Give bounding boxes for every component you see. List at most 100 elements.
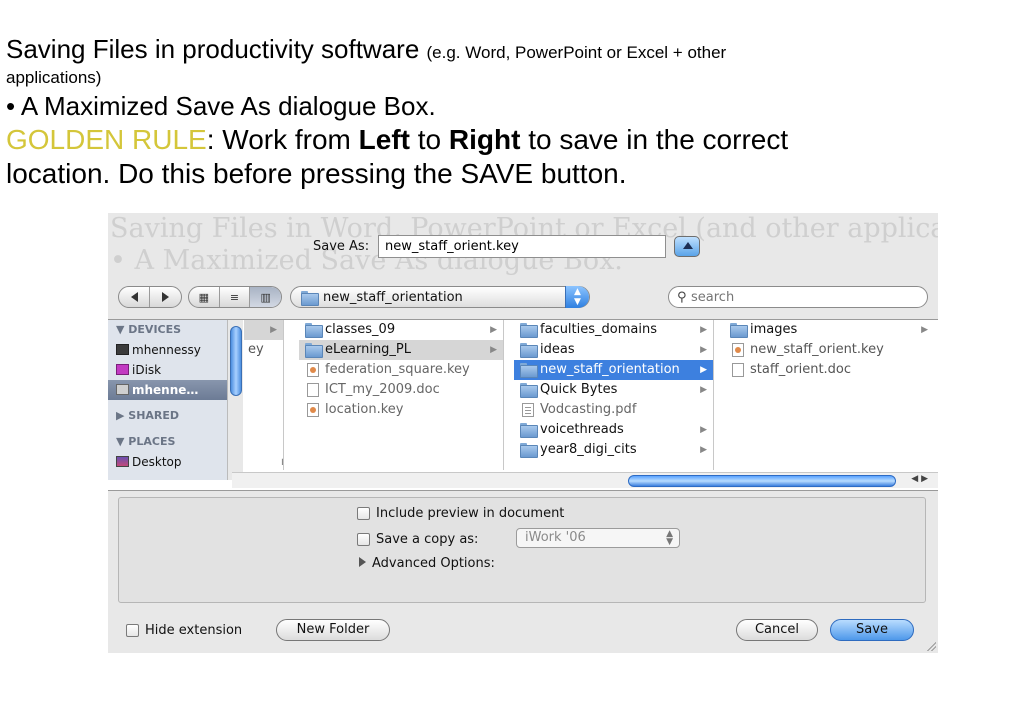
- document-file-icon: [732, 363, 744, 377]
- list-item[interactable]: new_staff_orient.key: [724, 340, 934, 360]
- folder-icon: [305, 343, 323, 358]
- document-file-icon: [307, 383, 319, 397]
- list-item[interactable]: voicethreads ▶: [514, 420, 713, 440]
- devices-header[interactable]: ▼ DEVICES: [108, 320, 231, 340]
- disclosure-arrow-icon: ▶: [490, 345, 497, 355]
- save-copy-checkbox[interactable]: Save a copy as:: [357, 532, 478, 547]
- disclosure-arrow-icon: ▶: [700, 425, 707, 435]
- file-browser: ▼ DEVICES mhennessy iDisk mhenne… ▶ SHAR…: [108, 319, 938, 491]
- location-popup[interactable]: new_staff_orientation ▲ ▼: [290, 286, 590, 308]
- save-button[interactable]: Save: [830, 619, 914, 641]
- options-panel: Include preview in document Save a copy …: [118, 497, 926, 603]
- checkbox-icon: [126, 624, 139, 637]
- list-item[interactable]: faculties_domains ▶: [514, 320, 713, 340]
- back-button[interactable]: [119, 287, 151, 307]
- sidebar-scrollbar[interactable]: [227, 320, 243, 480]
- list-item[interactable]: ICT_my_2009.doc: [299, 380, 503, 400]
- list-item[interactable]: Vodcasting.pdf: [514, 400, 713, 420]
- sidebar-item-idisk[interactable]: iDisk: [108, 360, 231, 380]
- list-item[interactable]: images ▶: [724, 320, 934, 340]
- slide-title-note: (e.g. Word, PowerPoint or Excel + other: [426, 43, 727, 62]
- folder-icon: [301, 291, 319, 306]
- idisk-icon: [116, 364, 129, 375]
- disclosure-arrow-icon: ▶: [700, 365, 707, 375]
- rule-left: Left: [358, 124, 410, 155]
- list-item[interactable]: eLearning_PL ▶: [299, 340, 503, 360]
- list-item-selected[interactable]: new_staff_orientation ▶: [514, 360, 713, 380]
- collapse-dialog-button[interactable]: [674, 236, 700, 257]
- horizontal-scrollbar[interactable]: ◀ ▶: [232, 472, 938, 488]
- slide-text: Saving Files in productivity software (e…: [6, 34, 1016, 191]
- column-0: ▶ ey ॥: [244, 320, 284, 470]
- search-input[interactable]: [691, 289, 911, 305]
- popup-arrows-icon: ▲ ▼: [666, 529, 673, 547]
- slide-title-note-cont: applications): [6, 68, 102, 87]
- checkbox-icon: [357, 533, 370, 546]
- column-0-row[interactable]: ▶: [244, 320, 283, 340]
- column-view-button[interactable]: ▥: [250, 287, 281, 307]
- location-label: new_staff_orientation: [323, 290, 463, 305]
- sidebar-item-mhennessy[interactable]: mhennessy: [108, 340, 231, 360]
- column-0-row: ey: [248, 342, 264, 357]
- column-resize-handle[interactable]: ॥: [280, 454, 283, 468]
- disclosure-arrow-icon: ▶: [700, 325, 707, 335]
- keynote-file-icon: [732, 343, 744, 357]
- folder-icon: [520, 423, 538, 438]
- advanced-options-toggle[interactable]: Advanced Options:: [359, 556, 495, 571]
- folder-icon: [730, 323, 748, 338]
- shared-header[interactable]: ▶ SHARED: [108, 406, 231, 426]
- cancel-button[interactable]: Cancel: [736, 619, 818, 641]
- hide-extension-checkbox[interactable]: Hide extension: [126, 623, 242, 638]
- folder-icon: [305, 323, 323, 338]
- forward-arrow-icon: [162, 292, 169, 302]
- list-item[interactable]: classes_09 ▶: [299, 320, 503, 340]
- checkbox-icon: [357, 507, 370, 520]
- desktop-icon: [116, 456, 129, 467]
- golden-rule: GOLDEN RULE: Work from Left to Right to …: [6, 124, 789, 189]
- folder-icon: [520, 443, 538, 458]
- sidebar-item-desktop[interactable]: Desktop: [108, 452, 231, 472]
- toolbar: ▦ ≡ ▥ new_staff_orientation ▲ ▼ ⚲: [108, 286, 938, 310]
- list-view-icon: ≡: [229, 290, 240, 304]
- list-item[interactable]: ideas ▶: [514, 340, 713, 360]
- new-folder-button[interactable]: New Folder: [276, 619, 390, 641]
- list-item[interactable]: staff_orient.doc: [724, 360, 934, 380]
- list-item[interactable]: Quick Bytes ▶: [514, 380, 713, 400]
- back-forward-buttons: [118, 286, 182, 308]
- folder-icon: [520, 383, 538, 398]
- version-select[interactable]: iWork '06 ▲ ▼: [516, 528, 680, 548]
- folder-icon: [520, 363, 538, 378]
- view-mode-buttons: ▦ ≡ ▥: [188, 286, 282, 308]
- disclosure-arrow-icon: ▶: [270, 325, 277, 335]
- list-view-button[interactable]: ≡: [220, 287, 251, 307]
- scroll-arrows-icon[interactable]: ◀ ▶: [911, 474, 928, 484]
- forward-button[interactable]: [150, 287, 181, 307]
- folder-icon: [520, 323, 538, 338]
- list-item[interactable]: federation_square.key: [299, 360, 503, 380]
- popup-arrows-icon: ▲ ▼: [565, 286, 589, 308]
- folder-icon: [520, 343, 538, 358]
- disclosure-triangle-icon: [359, 557, 366, 567]
- column-1: classes_09 ▶ eLearning_PL ▶ federation_squ…: [299, 320, 504, 470]
- save-as-field[interactable]: [378, 235, 666, 258]
- places-header[interactable]: ▼ PLACES: [108, 432, 231, 452]
- icon-view-icon: ▦: [198, 290, 210, 304]
- column-2: faculties_domains ▶ ideas ▶ new_staff_orie…: [514, 320, 714, 470]
- back-arrow-icon: [130, 292, 138, 302]
- keynote-file-icon: [307, 403, 319, 417]
- sidebar: ▼ DEVICES mhennessy iDisk mhenne… ▶ SHAR…: [108, 320, 232, 480]
- keynote-file-icon: [307, 363, 319, 377]
- search-box: ⚲: [668, 286, 928, 308]
- sidebar-item-mhenne[interactable]: mhenne…: [108, 380, 231, 400]
- save-as-dialog: Saving Files in Word, PowerPoint or Exce…: [108, 213, 938, 653]
- horizontal-scroll-thumb[interactable]: [628, 475, 896, 487]
- sidebar-scroll-thumb[interactable]: [230, 326, 242, 396]
- icon-view-button[interactable]: ▦: [189, 287, 220, 307]
- disclosure-arrow-icon: ▶: [700, 445, 707, 455]
- include-preview-checkbox[interactable]: Include preview in document: [357, 506, 564, 521]
- resize-grip-icon[interactable]: [926, 641, 936, 651]
- rule-right: Right: [448, 124, 521, 155]
- list-item[interactable]: location.key: [299, 400, 503, 420]
- list-item[interactable]: year8_digi_cits ▶: [514, 440, 713, 460]
- search-icon: ⚲: [677, 290, 687, 305]
